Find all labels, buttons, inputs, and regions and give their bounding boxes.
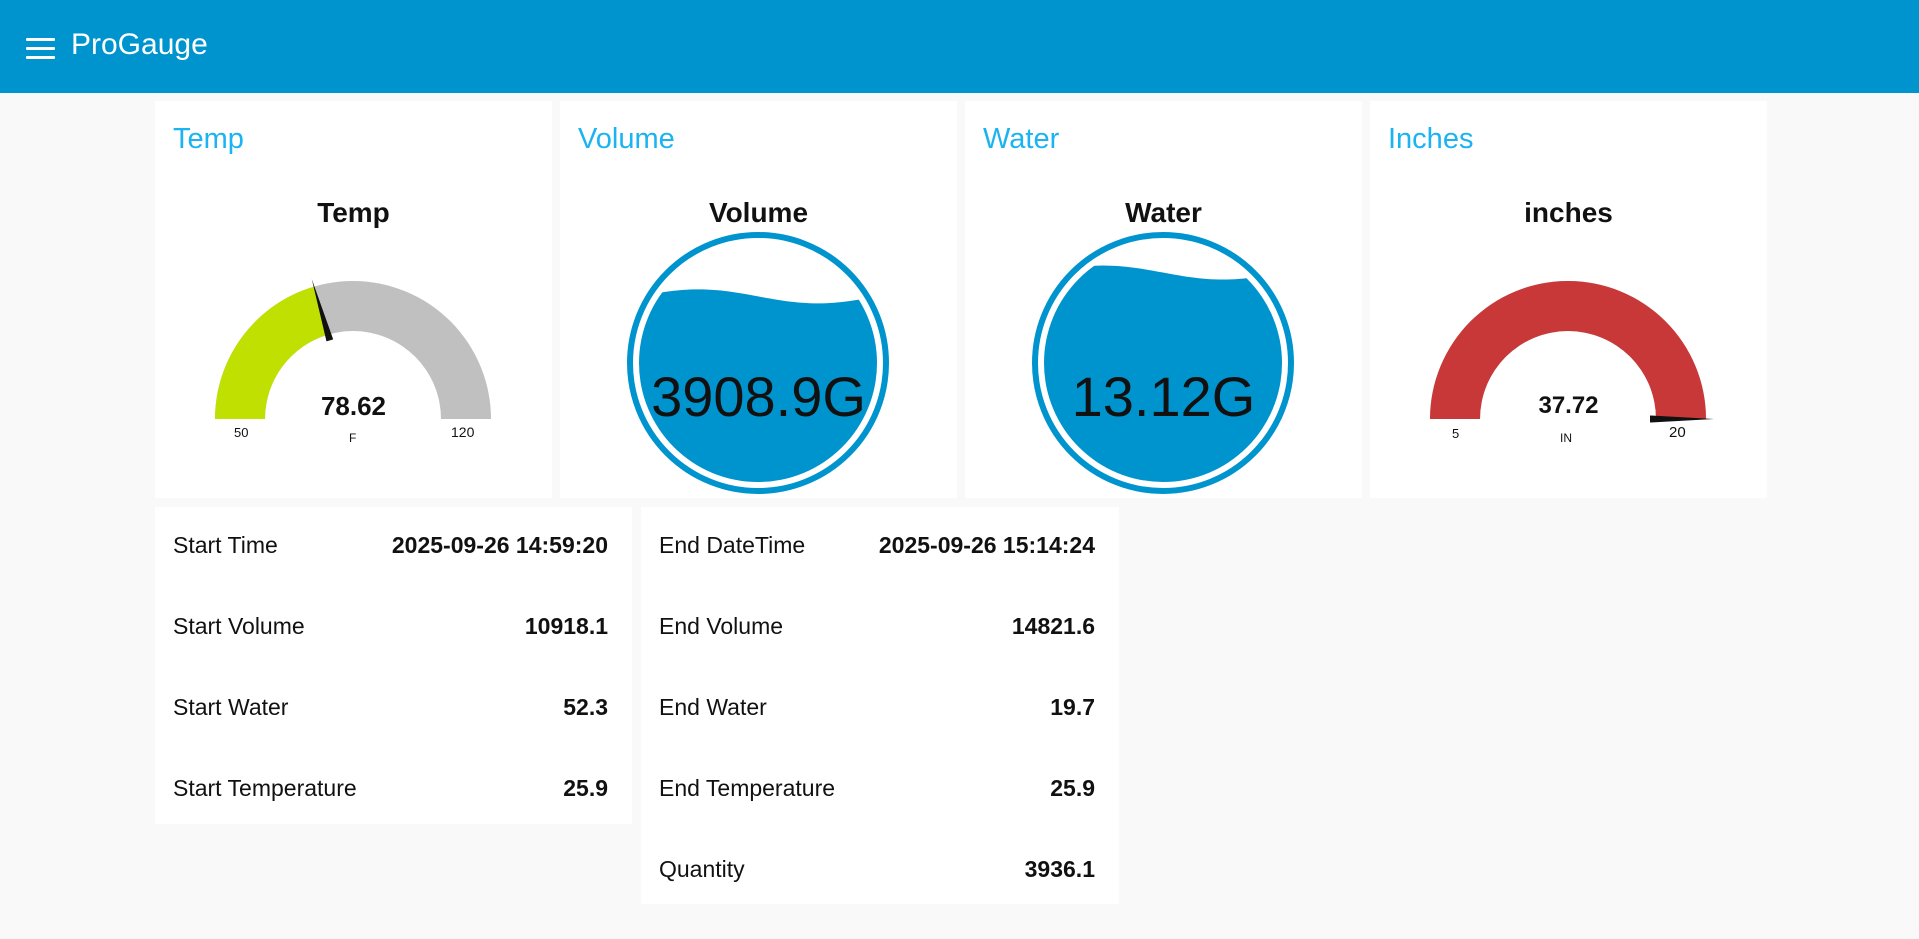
start-time-label: Start Time — [173, 531, 278, 558]
app-title: ProGauge — [71, 28, 208, 61]
end-water-value: 19.7 — [1050, 693, 1095, 720]
temp-gauge-max: 120 — [451, 424, 475, 440]
start-water-row: Start Water 52.3 — [173, 687, 608, 727]
end-volume-label: End Volume — [659, 612, 784, 639]
end-datetime-label: End DateTime — [659, 531, 806, 558]
volume-card: Volume Volume 3908.9G — [560, 101, 957, 498]
start-time-row: Start Time 2025-09-26 14:59:20 — [173, 525, 608, 565]
inches-gauge-max: 20 — [1669, 424, 1686, 441]
water-tank-value: 13.12G — [1071, 365, 1256, 428]
hamburger-menu-icon[interactable] — [26, 38, 55, 60]
start-temperature-value: 25.9 — [563, 774, 608, 801]
water-tank — [1032, 232, 1294, 494]
inches-gauge-unit: IN — [1560, 431, 1572, 445]
end-water-label: End Water — [659, 693, 767, 720]
temp-card: Temp Temp 78.62 50 F 120 — [155, 101, 552, 498]
end-datetime-value: 2025-09-26 15:14:24 — [878, 531, 1095, 558]
temp-gauge-unit: F — [349, 431, 357, 445]
quantity-label: Quantity — [659, 855, 745, 882]
start-volume-label: Start Volume — [173, 612, 305, 639]
start-water-value: 52.3 — [563, 693, 608, 720]
inches-gauge-value: 37.72 — [1538, 392, 1599, 419]
temp-gauge-value: 78.62 — [320, 391, 387, 421]
start-volume-value: 10918.1 — [524, 612, 608, 639]
end-temperature-label: End Temperature — [659, 774, 836, 801]
end-temperature-row: End Temperature 25.9 — [659, 768, 1095, 808]
end-temperature-value: 25.9 — [1050, 774, 1095, 801]
inches-card: Inches inches 37.72 5 IN 20 — [1370, 101, 1767, 498]
end-volume-value: 14821.6 — [1011, 612, 1095, 639]
end-values-card: End DateTime 2025-09-26 15:14:24 End Vol… — [641, 507, 1119, 904]
inches-gauge-min: 5 — [1452, 426, 1460, 441]
volume-tank — [627, 232, 889, 494]
end-water-row: End Water 19.7 — [659, 687, 1095, 727]
water-card: Water Water 13.12G — [965, 101, 1362, 498]
quantity-row: Quantity 3936.1 — [659, 849, 1095, 889]
start-temperature-row: Start Temperature 25.9 — [173, 768, 608, 808]
temp-gauge-min: 50 — [234, 425, 249, 440]
start-water-label: Start Water — [173, 693, 289, 720]
top-bar: ProGauge — [0, 0, 1919, 93]
start-time-value: 2025-09-26 14:59:20 — [391, 531, 608, 558]
start-volume-row: Start Volume 10918.1 — [173, 606, 608, 646]
volume-tank-value: 3908.9G — [651, 365, 866, 428]
quantity-value: 3936.1 — [1024, 855, 1095, 882]
start-values-card: Start Time 2025-09-26 14:59:20 Start Vol… — [155, 507, 632, 824]
start-temperature-label: Start Temperature — [173, 774, 357, 801]
end-volume-row: End Volume 14821.6 — [659, 606, 1095, 646]
end-datetime-row: End DateTime 2025-09-26 15:14:24 — [659, 525, 1095, 565]
